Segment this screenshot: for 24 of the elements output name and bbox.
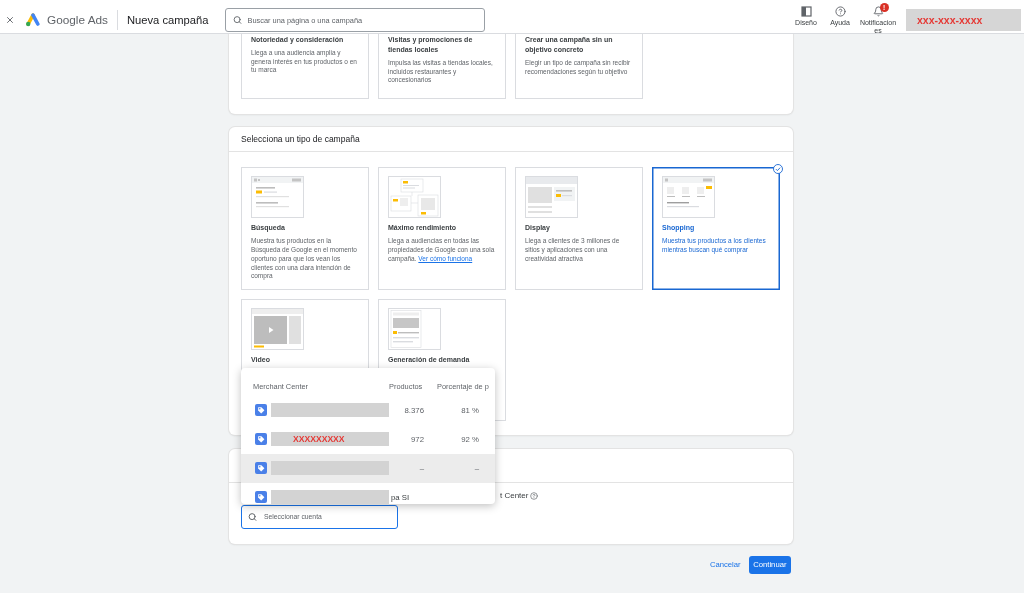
tag-icon: [255, 462, 267, 475]
page-title: Nueva campaña: [127, 14, 209, 26]
section-title: Selecciona un tipo de campaña: [241, 133, 360, 144]
search-page-drawing: [251, 176, 304, 219]
video-player-drawing: [251, 307, 304, 350]
product-name: Google Ads: [47, 13, 108, 27]
split-panel-icon: [800, 6, 812, 17]
tag-icon: [255, 404, 267, 417]
redacted-account: xxx-xxx-xxxx: [906, 9, 1021, 31]
logo-icon: [25, 13, 41, 27]
bell-icon: [872, 6, 884, 17]
linked-ads-drawing: [388, 176, 441, 219]
check-circle-icon: [773, 164, 783, 175]
redacted-name: XXXXXXXXX: [271, 432, 389, 447]
feed-page-drawing: [388, 307, 441, 350]
help-icon: [834, 6, 846, 17]
help-icon[interactable]: [530, 491, 539, 500]
search-icon: [248, 512, 257, 522]
product-listing-drawing: [662, 176, 715, 219]
search-icon: [233, 15, 243, 25]
field-label: t Center: [500, 490, 529, 501]
display-page-drawing: [525, 176, 578, 219]
close-icon[interactable]: [5, 15, 15, 25]
tag-icon: [255, 433, 267, 446]
